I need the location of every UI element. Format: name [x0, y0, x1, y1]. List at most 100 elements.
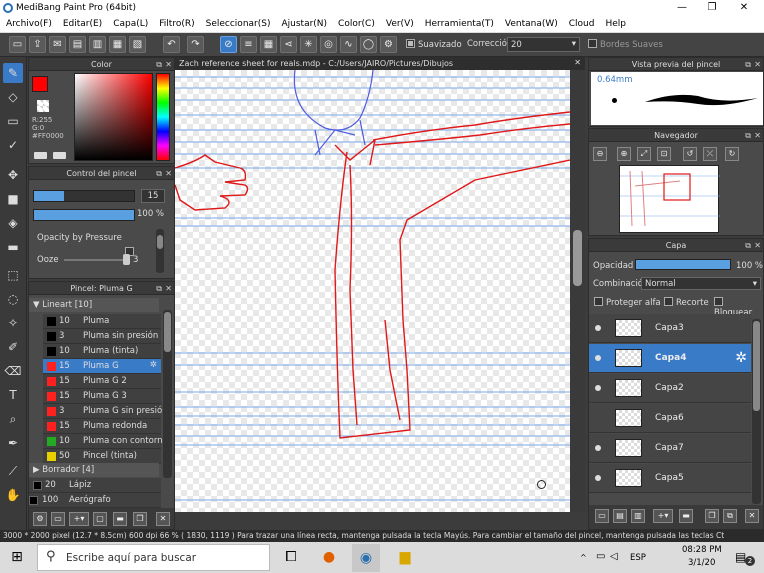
brush-settings-icon[interactable]: ⚙: [33, 512, 47, 526]
undock-icon[interactable]: ⧉: [156, 167, 162, 180]
ooze-slider[interactable]: [64, 259, 126, 261]
brush-item[interactable]: 15 Pluma G ✲: [43, 359, 161, 374]
visibility-icon[interactable]: [595, 445, 601, 451]
blend-select[interactable]: Normal ▾: [641, 277, 761, 290]
menu-ver[interactable]: Ver(V): [380, 17, 419, 29]
bucket-tool-icon[interactable]: ◈: [3, 213, 23, 233]
menu-color[interactable]: Color(C): [332, 17, 380, 29]
protect-alpha-checkbox[interactable]: Proteger alfa: [594, 297, 661, 308]
rotate-left-icon[interactable]: ↺: [683, 147, 697, 161]
curve-snap-icon[interactable]: ∿: [340, 36, 357, 53]
ellipse-snap-icon[interactable]: ◯: [360, 36, 377, 53]
select-rect-tool-icon[interactable]: ▭: [3, 111, 23, 131]
layer-folder-icon[interactable]: ▬: [679, 509, 693, 523]
new-halftone-layer-icon[interactable]: ▤: [613, 509, 627, 523]
brush-size-slider[interactable]: [33, 190, 135, 202]
correccion-select[interactable]: 20 ▾: [507, 37, 580, 52]
visibility-icon[interactable]: [595, 355, 601, 361]
taskbar-search[interactable]: ⚲ Escribe aquí para buscar: [37, 544, 270, 571]
maximize-button[interactable]: ❐: [697, 1, 727, 15]
panel-icon[interactable]: ▧: [129, 36, 146, 53]
add-layer-menu-icon[interactable]: +▾: [653, 509, 673, 523]
undock-icon[interactable]: ⧉: [156, 58, 162, 71]
page-icon[interactable]: ▤: [69, 36, 86, 53]
rotate-right-icon[interactable]: ↻: [725, 147, 739, 161]
canvas-area[interactable]: [175, 70, 585, 512]
duplicate-layer-icon[interactable]: ❐: [705, 509, 719, 523]
brush-list-scrollbar[interactable]: [163, 310, 172, 478]
brush-item[interactable]: 15 Pluma G 2: [43, 374, 161, 389]
visibility-icon[interactable]: [595, 385, 601, 391]
task-view-icon[interactable]: ⧠: [282, 548, 300, 566]
comment-icon[interactable]: ✉: [49, 36, 66, 53]
menu-seleccionar[interactable]: Seleccionar(S): [200, 17, 276, 29]
minimize-button[interactable]: —: [667, 1, 697, 15]
brush-size-value[interactable]: 15: [141, 189, 165, 203]
close-button[interactable]: ✕: [729, 1, 759, 15]
tray-up-icon[interactable]: ^: [580, 553, 587, 562]
zoom-in-icon[interactable]: ⊕: [617, 147, 631, 161]
file-explorer-icon[interactable]: ▆: [396, 548, 414, 566]
duplicate-icon[interactable]: ❐: [133, 512, 147, 526]
text-tool-icon[interactable]: T: [3, 385, 23, 405]
settings-snap-icon[interactable]: ⚙: [380, 36, 397, 53]
menu-ventana[interactable]: Ventana(W): [499, 17, 563, 29]
brush-item[interactable]: 100 Aerógrafo: [29, 493, 161, 508]
select-pen-icon[interactable]: ✐: [3, 337, 23, 357]
perspective-snap-icon[interactable]: ⋖: [280, 36, 297, 53]
zoom-tool-icon[interactable]: ⌕: [3, 409, 23, 429]
fit-icon[interactable]: ⤢: [637, 147, 651, 161]
menu-ajustar[interactable]: Ajustar(N): [275, 17, 332, 29]
firefox-icon[interactable]: ●: [320, 548, 338, 566]
close-icon[interactable]: ✕: [754, 239, 761, 252]
brush-tool-icon[interactable]: ✎: [3, 63, 23, 83]
language-indicator[interactable]: ESP: [630, 553, 646, 563]
document-icon[interactable]: ▥: [89, 36, 106, 53]
layer-scrollbar[interactable]: [752, 319, 761, 504]
hue-slider[interactable]: [156, 73, 170, 161]
merge-layer-icon[interactable]: ⧉: [723, 509, 737, 523]
eyedropper-tool-icon[interactable]: ✒: [3, 433, 23, 453]
select-eraser-icon[interactable]: ⌫: [3, 361, 23, 381]
brush-item[interactable]: 20 Lápiz: [29, 478, 161, 493]
undock-icon[interactable]: ⧉: [745, 239, 751, 252]
brush-item[interactable]: 3 Pluma sin presión: [43, 329, 161, 344]
brush-opacity-slider[interactable]: [33, 209, 135, 221]
brush-group-lineart[interactable]: ▼ Lineart [10]: [29, 298, 159, 312]
brush-item[interactable]: 10 Pluma: [43, 314, 161, 329]
flip-icon[interactable]: ⤫: [703, 147, 717, 161]
layer-row[interactable]: Capa4 ✲: [589, 344, 751, 373]
medibang-taskbar-icon[interactable]: ◉: [352, 544, 380, 572]
brush-item[interactable]: 15 Pluma G 3: [43, 389, 161, 404]
close-icon[interactable]: ✕: [754, 58, 761, 71]
radial-snap-icon[interactable]: ✳: [300, 36, 317, 53]
brush-item[interactable]: 10 Pluma con contorn: [43, 434, 163, 449]
select-tool-icon[interactable]: ⬚: [3, 265, 23, 285]
clock-time[interactable]: 08:28 PM: [682, 545, 722, 555]
clock-date[interactable]: 3/1/20: [688, 558, 715, 568]
magic-wand-icon[interactable]: ✧: [3, 313, 23, 333]
fill-rect-tool-icon[interactable]: ■: [3, 189, 23, 209]
layer-opacity-slider[interactable]: [635, 259, 731, 270]
close-icon[interactable]: ✕: [754, 129, 761, 142]
network-icon[interactable]: ▭: [596, 551, 605, 562]
add-brush-icon[interactable]: +▾: [69, 512, 89, 526]
close-icon[interactable]: ✕: [165, 167, 172, 180]
redo-icon[interactable]: ↷: [187, 36, 204, 53]
layer-row[interactable]: Capa5: [589, 464, 751, 493]
layer-row[interactable]: Capa3: [589, 314, 751, 343]
menu-filtro[interactable]: Filtro(R): [153, 17, 199, 29]
visibility-icon[interactable]: [595, 325, 601, 331]
undock-icon[interactable]: ⧉: [745, 58, 751, 71]
windows-start-icon[interactable]: ⊞: [8, 548, 26, 566]
canvas-vscroll[interactable]: [570, 70, 585, 512]
remove-color-button[interactable]: [53, 152, 66, 159]
layout-icon[interactable]: ▦: [109, 36, 126, 53]
snap-off-icon[interactable]: ⊘: [220, 36, 237, 53]
gear-icon[interactable]: ✲: [150, 360, 157, 370]
brush-item[interactable]: 10 Pluma (tinta): [43, 344, 161, 359]
menu-cloud[interactable]: Cloud: [563, 17, 600, 29]
folder-icon[interactable]: ▬: [113, 512, 127, 526]
menu-help[interactable]: Help: [599, 17, 631, 29]
pen-tool-icon[interactable]: ✓: [3, 135, 23, 155]
